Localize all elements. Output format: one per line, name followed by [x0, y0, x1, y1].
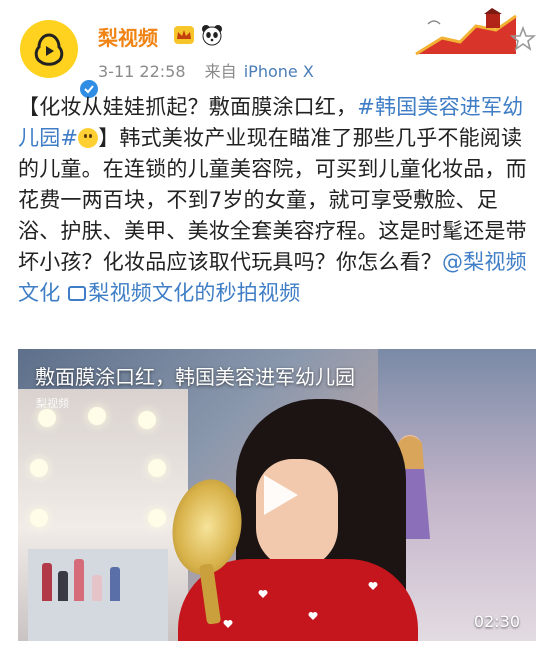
username[interactable]: 梨视频: [98, 22, 158, 51]
heart-pattern: [308, 612, 318, 620]
source-link[interactable]: iPhone X: [244, 62, 314, 81]
pear-logo-icon: [34, 33, 64, 66]
post-text-part: 【化妆从娃娃抓起？敷面膜涂口红，: [18, 95, 358, 119]
heart-pattern: [223, 620, 233, 628]
heart-pattern: [258, 590, 268, 598]
source-prefix: 来自: [204, 62, 237, 81]
video-link[interactable]: 梨视频文化的秒拍视频: [68, 281, 300, 305]
post-text: 【化妆从娃娃抓起？敷面膜涂口红，#韩国美容进军幼儿园# 】韩式美妆产业现在瞄准了那…: [18, 92, 538, 309]
smile-emoji-icon: [78, 128, 99, 148]
video-player[interactable]: 敷面膜涂口红，韩国美容进军幼儿园 梨视频 02:30: [18, 349, 536, 641]
play-icon[interactable]: [250, 467, 306, 523]
video-title: 敷面膜涂口红，韩国美容进军幼儿园: [35, 365, 355, 389]
video-link-icon: [68, 286, 87, 301]
video-watermark: 梨视频: [36, 397, 69, 410]
post-header: 梨视频 3-11 22:58 来自 iPhone X: [0, 0, 554, 100]
panda-icon[interactable]: [201, 24, 223, 46]
avatar[interactable]: [20, 20, 100, 100]
video-duration: 02:30: [473, 612, 520, 631]
post-meta: 3-11 22:58 来自 iPhone X: [98, 58, 314, 82]
crown-badge-icon[interactable]: [174, 26, 194, 44]
heart-pattern: [368, 582, 378, 590]
video-link-label: 梨视频文化的秒拍视频: [88, 281, 301, 305]
star-outline-icon[interactable]: [510, 26, 536, 52]
timestamp: 3-11 22:58: [98, 62, 186, 81]
great-wall-decoration-icon: [415, 8, 517, 56]
